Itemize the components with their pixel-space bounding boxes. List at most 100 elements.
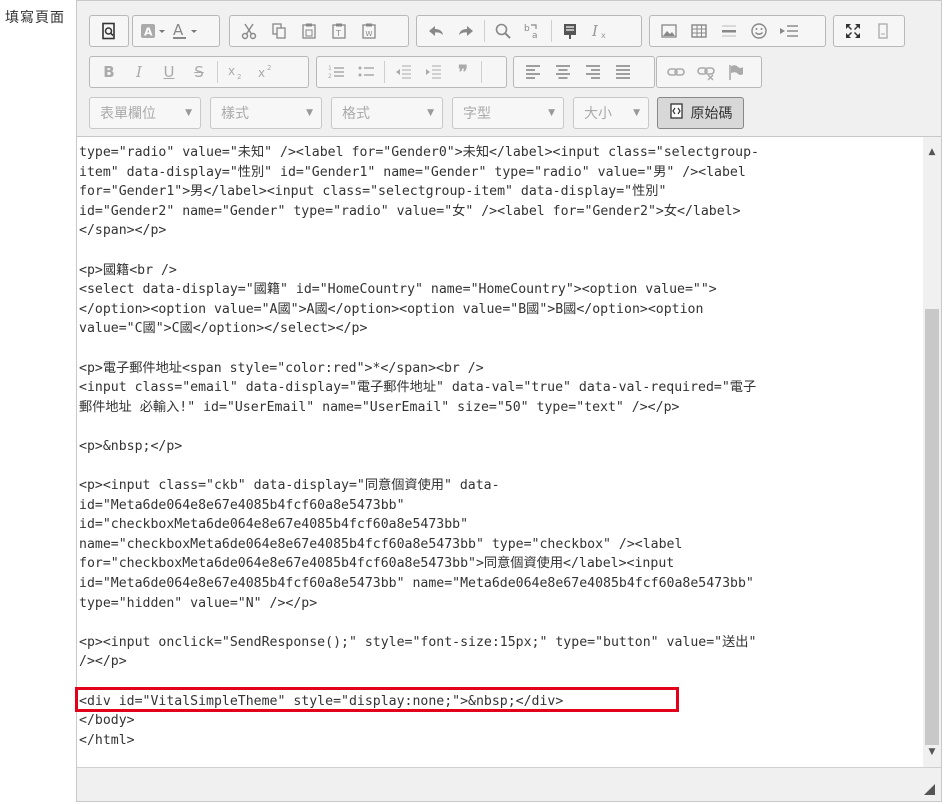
indent-icon[interactable] (420, 59, 446, 85)
smiley-icon[interactable] (746, 18, 772, 44)
background-color-icon[interactable]: A (139, 18, 167, 44)
code-line: <select data-display="國籍" id="HomeCountr… (79, 282, 717, 298)
toolbar-group-paragraph: 12 ❞ (316, 56, 507, 88)
paste-text-icon[interactable]: T (326, 18, 352, 44)
strike-label: S (194, 63, 204, 81)
code-line: </html> (79, 732, 135, 748)
unlink-icon[interactable] (693, 59, 719, 85)
underline-label: U (163, 63, 175, 81)
code-line: id="Meta6de064e8e67e4085b4fcf60a8e5473bb… (79, 576, 754, 592)
svg-text:b: b (524, 24, 530, 34)
strike-icon[interactable]: S (186, 59, 212, 85)
anchor-icon[interactable] (723, 59, 749, 85)
chevron-down-icon: ▼ (633, 108, 640, 118)
svg-text:2: 2 (267, 64, 271, 72)
toolbar-separator (481, 61, 482, 83)
bulleted-list-icon[interactable] (353, 59, 379, 85)
undo-icon[interactable] (423, 18, 449, 44)
combo-label: 大小 (584, 106, 612, 122)
cut-icon[interactable] (236, 18, 262, 44)
table-icon[interactable] (686, 18, 712, 44)
svg-text:T: T (335, 29, 341, 38)
code-line: type="hidden" value="N" /></p> (79, 595, 318, 611)
chevron-down-icon: ▼ (306, 108, 313, 118)
toolbar-group-tools (833, 15, 905, 47)
maximize-icon[interactable] (840, 18, 866, 44)
toolbar-group-document (89, 15, 129, 47)
replace-icon[interactable]: ba (520, 18, 546, 44)
blockquote-icon[interactable]: ❞ (450, 59, 476, 85)
text-color-icon[interactable]: A (171, 18, 199, 44)
font-size-combo[interactable]: 大小 ▼ (573, 97, 649, 129)
toolbar-separator (217, 61, 218, 83)
toolbar-group-colors: A A (132, 15, 220, 47)
format-combo[interactable]: 格式 ▼ (331, 97, 443, 129)
scrollbar-thumb[interactable] (925, 309, 939, 745)
page-label: 填寫頁面 (5, 10, 65, 26)
find-icon[interactable] (490, 18, 516, 44)
underline-icon[interactable]: U (156, 59, 182, 85)
combo-label: 格式 (342, 106, 370, 122)
numbered-list-icon[interactable]: 12 (323, 59, 349, 85)
styles-combo[interactable]: 樣式 ▼ (210, 97, 322, 129)
code-line: id="Meta6de064e8e67e4085b4fcf60a8e5473bb… (79, 497, 405, 513)
svg-text:I: I (591, 22, 599, 40)
code-line: <p>&nbsp;</p> (79, 438, 183, 454)
paste-word-icon[interactable]: W (356, 18, 382, 44)
align-left-icon[interactable] (520, 59, 546, 85)
resize-handle-icon[interactable] (924, 784, 935, 795)
italic-icon[interactable]: I (126, 59, 152, 85)
svg-text:A: A (144, 26, 153, 39)
code-line: for="Gender1">男</label><input class="sel… (79, 184, 667, 200)
rich-text-editor: A A T W b a I x B I U S x 2 x 2 1 2 ❞ 表單… (76, 0, 942, 802)
code-line: </option><option value="A國">A國</option><… (79, 301, 704, 317)
vertical-scrollbar[interactable]: ▲ ▼ (923, 137, 941, 767)
preview-icon[interactable] (96, 18, 122, 44)
chevron-down-icon: ▼ (548, 108, 555, 118)
spellcheck-icon[interactable] (557, 18, 583, 44)
horizontal-line-icon[interactable] (716, 18, 742, 44)
remove-format-icon[interactable]: Ix (587, 18, 613, 44)
toolbar-separator (484, 20, 485, 42)
form-field-combo[interactable]: 表單欄位 ▼ (89, 97, 201, 129)
code-line: <p><input onclick="SendResponse();" styl… (79, 634, 757, 650)
code-line: id="checkboxMeta6de064e8e67e4085b4fcf60a… (79, 517, 469, 533)
bold-icon[interactable]: B (96, 59, 122, 85)
redo-icon[interactable] (453, 18, 479, 44)
combo-label: 樣式 (221, 106, 249, 122)
scroll-down-icon[interactable]: ▼ (923, 743, 941, 761)
source-icon (669, 103, 685, 123)
code-line: </body> (79, 713, 135, 729)
code-line: value="C國">C國</option></select></p> (79, 321, 368, 337)
svg-text:W: W (366, 30, 373, 38)
align-right-icon[interactable] (580, 59, 606, 85)
source-button[interactable]: 原始碼 (657, 97, 744, 129)
source-code-text: type="radio" value="未知" /><label for="Ge… (78, 143, 759, 750)
superscript-icon[interactable]: x2 (253, 59, 279, 85)
align-center-icon[interactable] (550, 59, 576, 85)
font-combo[interactable]: 字型 ▼ (452, 97, 564, 129)
scroll-up-icon[interactable]: ▲ (923, 143, 941, 161)
toolbar-group-editing: ba Ix (416, 15, 642, 47)
source-code-textarea[interactable]: type="radio" value="未知" /><label for="Ge… (77, 137, 923, 767)
svg-text:a: a (532, 31, 538, 40)
copy-icon[interactable] (266, 18, 292, 44)
svg-text:A: A (173, 22, 184, 39)
code-line: type="radio" value="未知" /><label for="Ge… (79, 145, 759, 160)
outdent-icon[interactable] (390, 59, 416, 85)
link-icon[interactable] (663, 59, 689, 85)
subscript-icon[interactable]: x2 (223, 59, 249, 85)
svg-text:2: 2 (328, 73, 332, 80)
code-line: <input class="email" data-display="電子郵件地… (79, 380, 757, 396)
page-break-icon[interactable] (776, 18, 802, 44)
svg-text:1: 1 (328, 65, 332, 72)
code-line: </span></p> (79, 223, 167, 239)
paste-icon[interactable] (296, 18, 322, 44)
code-line: <p>國籍<br /> (79, 262, 177, 278)
image-icon[interactable] (656, 18, 682, 44)
justify-icon[interactable] (610, 59, 636, 85)
italic-label: I (136, 63, 142, 81)
toolbar-group-align (513, 56, 655, 88)
chevron-down-icon: ▼ (427, 108, 434, 118)
show-blocks-icon[interactable] (870, 18, 896, 44)
